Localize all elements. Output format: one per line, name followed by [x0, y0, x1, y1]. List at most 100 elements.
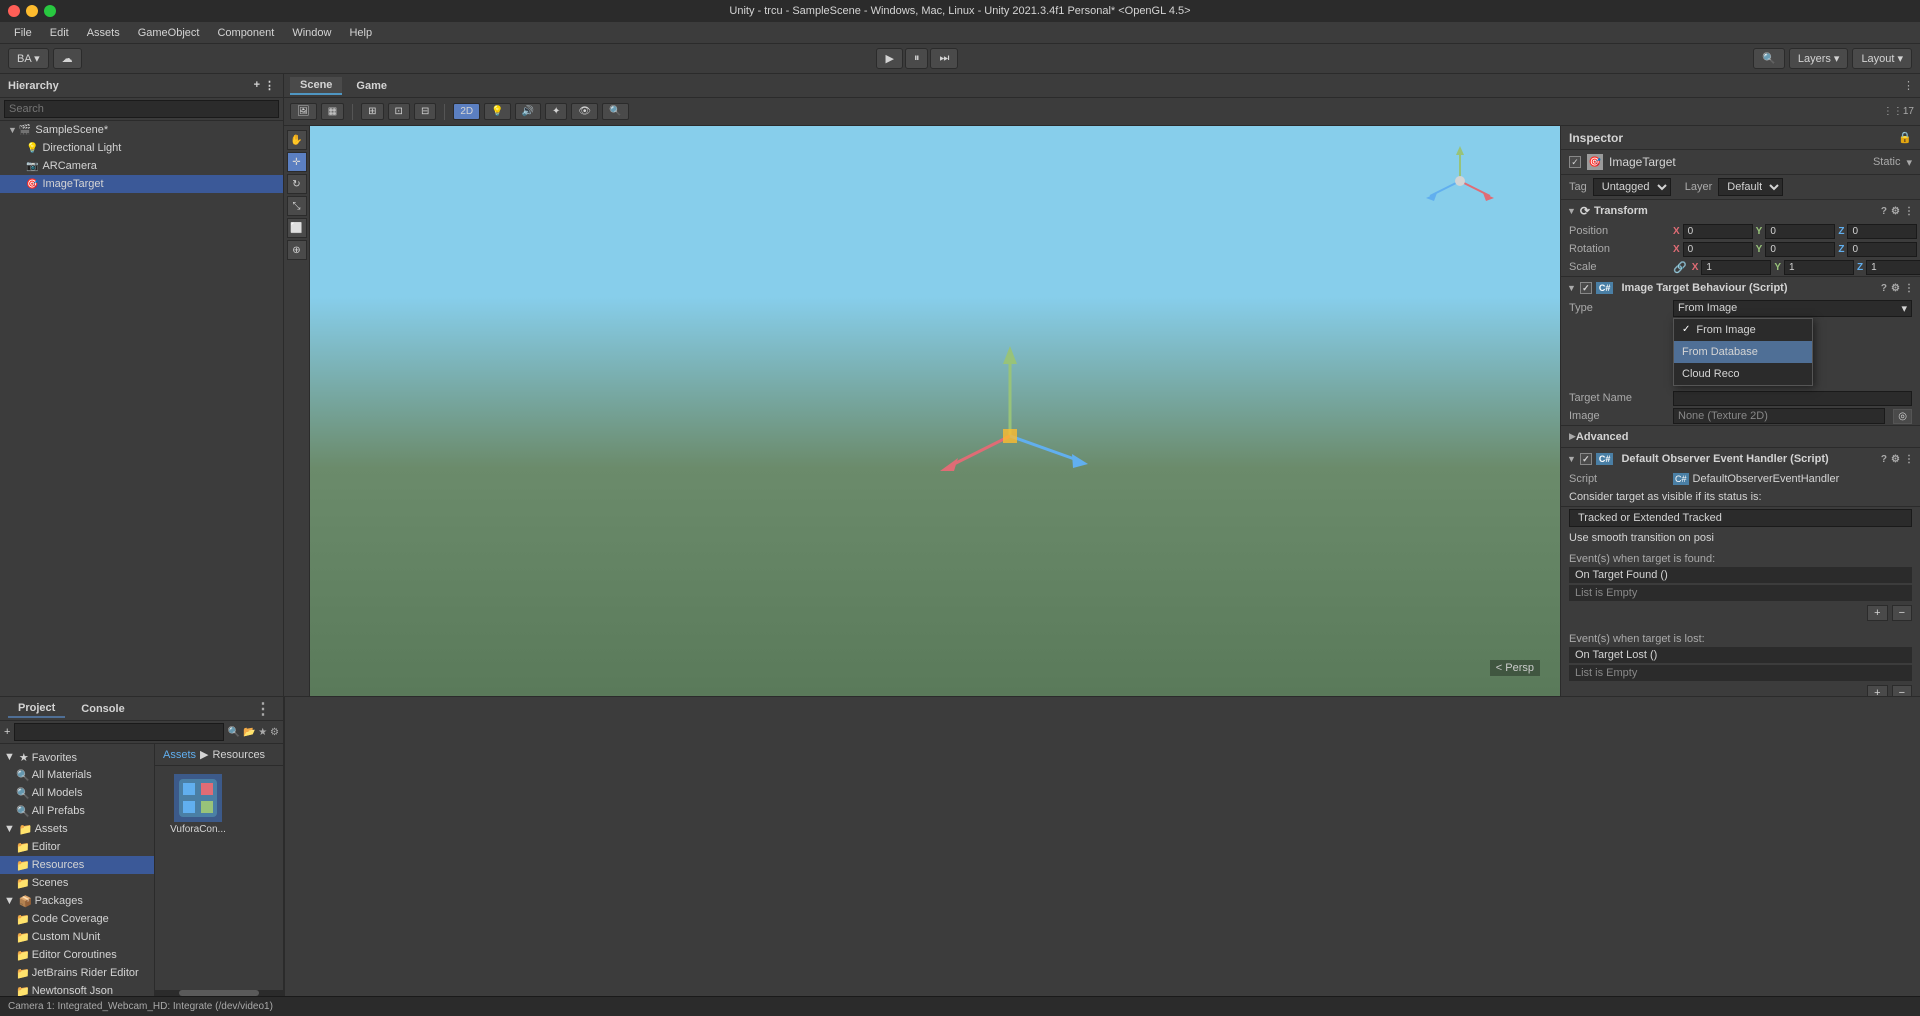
tab-scene[interactable]: Scene [290, 77, 342, 95]
project-menu-btn[interactable]: ⋮ [251, 699, 275, 719]
inspector-lock-icon[interactable]: 🔒 [1898, 131, 1912, 144]
hierarchy-imagetarget[interactable]: 🎯 ImageTarget [0, 175, 283, 193]
proj-all-prefabs[interactable]: 🔍 All Prefabs [0, 802, 154, 820]
pos-y-input[interactable] [1765, 224, 1835, 239]
audio-btn[interactable]: 🔊 [515, 103, 541, 120]
observer-dots-icon[interactable]: ⋮ [1904, 454, 1914, 465]
transform-dots-icon[interactable]: ⋮ [1904, 206, 1914, 217]
active-checkbox[interactable]: ✓ [1569, 156, 1581, 168]
proj-all-models[interactable]: 🔍 All Models [0, 784, 154, 802]
transform-gear-icon[interactable]: ⚙ [1891, 206, 1900, 217]
hierarchy-scene[interactable]: ▼ 🎬 SampleScene* [0, 121, 283, 139]
proj-code-coverage[interactable]: 📁 Code Coverage [0, 910, 154, 928]
script-value[interactable]: DefaultObserverEventHandler [1693, 473, 1912, 485]
transform-tool[interactable]: ⊕ [287, 240, 307, 260]
image-select-btn[interactable]: ◎ [1893, 409, 1912, 424]
rot-z-input[interactable] [1847, 242, 1917, 257]
view-btn[interactable]: ⊟ [414, 103, 436, 120]
img-target-gear-icon[interactable]: ⚙ [1891, 283, 1900, 294]
tab-game[interactable]: Game [346, 78, 397, 94]
pos-z-input[interactable] [1847, 224, 1917, 239]
observer-gear-icon[interactable]: ⚙ [1891, 454, 1900, 465]
search-btn[interactable]: 🔍 [1753, 48, 1785, 69]
menu-file[interactable]: File [6, 25, 40, 41]
scene-menu-btn[interactable]: ⋮ [1903, 79, 1914, 92]
menu-edit[interactable]: Edit [42, 25, 77, 41]
minimize-button[interactable] [26, 5, 38, 17]
hierarchy-arcamera[interactable]: 📷 ARCamera [0, 157, 283, 175]
status-value[interactable]: Tracked or Extended Tracked [1569, 509, 1912, 527]
events-lost-remove-btn[interactable]: − [1892, 685, 1912, 696]
tag-select[interactable]: Untagged [1593, 178, 1671, 196]
rot-y-input[interactable] [1765, 242, 1835, 257]
hand-tool[interactable]: ✋ [287, 130, 307, 150]
path-resources[interactable]: Resources [212, 749, 265, 761]
proj-all-materials[interactable]: 🔍 All Materials [0, 766, 154, 784]
draw-mode-btn[interactable]: 🖼 [290, 103, 317, 120]
project-scrollbar[interactable] [155, 990, 283, 996]
events-found-remove-btn[interactable]: − [1892, 605, 1912, 621]
menu-assets[interactable]: Assets [79, 25, 128, 41]
dropdown-cloud-reco[interactable]: Cloud Reco [1674, 363, 1812, 385]
rot-x-input[interactable] [1683, 242, 1753, 257]
hierarchy-directional-light[interactable]: 💡 Directional Light [0, 139, 283, 157]
observer-active[interactable]: ✓ [1580, 453, 1592, 465]
close-button[interactable] [8, 5, 20, 17]
img-target-question-icon[interactable]: ? [1881, 283, 1887, 294]
scene-view[interactable]: < Persp [310, 126, 1560, 696]
project-scroll-thumb[interactable] [179, 990, 259, 996]
layout-dropdown[interactable]: Layout ▾ [1852, 48, 1912, 69]
project-add-btn[interactable]: + [4, 726, 10, 738]
scale-lock-icon[interactable]: 🔗 [1673, 261, 1687, 274]
dropdown-from-image[interactable]: ✓ From Image [1674, 319, 1812, 341]
grid-btn[interactable]: ⊞ [361, 103, 383, 120]
image-value[interactable]: None (Texture 2D) [1673, 408, 1885, 424]
hierarchy-menu-btn[interactable]: ⋮ [264, 79, 275, 92]
proj-jetbrains[interactable]: 📁 JetBrains Rider Editor [0, 964, 154, 982]
layers-dropdown[interactable]: Layers ▾ [1789, 48, 1849, 69]
gizmos-btn[interactable]: 👁 [571, 103, 598, 120]
cloud-btn[interactable]: ☁ [53, 48, 82, 69]
scale-z-input[interactable] [1866, 260, 1920, 275]
observer-header[interactable]: ▼ ✓ C# Default Observer Event Handler (S… [1561, 448, 1920, 470]
proj-assets[interactable]: ▼ 📁 Assets [0, 820, 154, 838]
move-tool[interactable]: ✛ [287, 152, 307, 172]
asset-vufora[interactable]: VuforaCon... [163, 774, 233, 835]
proj-custom-nunit[interactable]: 📁 Custom NUnit [0, 928, 154, 946]
hierarchy-search[interactable] [4, 100, 279, 118]
proj-newtonsoft[interactable]: 📁 Newtonsoft Json [0, 982, 154, 996]
dropdown-from-database[interactable]: From Database [1674, 341, 1812, 363]
proj-scenes[interactable]: 📁 Scenes [0, 874, 154, 892]
advanced-section[interactable]: ▶ Advanced [1561, 426, 1920, 448]
transform-header[interactable]: ▼ ⟳ Transform ? ⚙ ⋮ [1561, 200, 1920, 222]
menu-gameobject[interactable]: GameObject [130, 25, 208, 41]
path-assets[interactable]: Assets [163, 749, 196, 761]
menu-component[interactable]: Component [209, 25, 282, 41]
scale-x-input[interactable] [1701, 260, 1771, 275]
tab-console[interactable]: Console [71, 701, 134, 717]
proj-editor[interactable]: 📁 Editor [0, 838, 154, 856]
menu-help[interactable]: Help [341, 25, 380, 41]
account-dropdown[interactable]: BA ▾ [8, 48, 49, 69]
image-target-header[interactable]: ▼ ✓ C# Image Target Behaviour (Script) ?… [1561, 277, 1920, 299]
transform-question-icon[interactable]: ? [1881, 206, 1887, 217]
wire-btn[interactable]: ▦ [321, 103, 344, 120]
2d-btn[interactable]: 2D [453, 103, 480, 120]
type-dropdown-btn[interactable]: From Image ▾ [1673, 300, 1912, 317]
events-lost-add-btn[interactable]: + [1867, 685, 1887, 696]
rect-tool[interactable]: ⬜ [287, 218, 307, 238]
project-search-input[interactable] [14, 723, 223, 741]
observer-question-icon[interactable]: ? [1881, 454, 1887, 465]
rotate-tool[interactable]: ↻ [287, 174, 307, 194]
proj-favorites[interactable]: ▼ ★ Favorites [0, 748, 154, 766]
layer-select[interactable]: Default [1718, 178, 1783, 196]
fx-btn[interactable]: ✦ [545, 103, 567, 120]
proj-packages[interactable]: ▼ 📦 Packages [0, 892, 154, 910]
proj-editor-coroutines[interactable]: 📁 Editor Coroutines [0, 946, 154, 964]
target-name-input[interactable] [1673, 391, 1912, 406]
tab-project[interactable]: Project [8, 700, 65, 718]
snap-btn[interactable]: ⊡ [388, 103, 410, 120]
events-found-add-btn[interactable]: + [1867, 605, 1887, 621]
step-button[interactable]: ⏭ [930, 48, 958, 69]
proj-resources[interactable]: 📁 Resources [0, 856, 154, 874]
